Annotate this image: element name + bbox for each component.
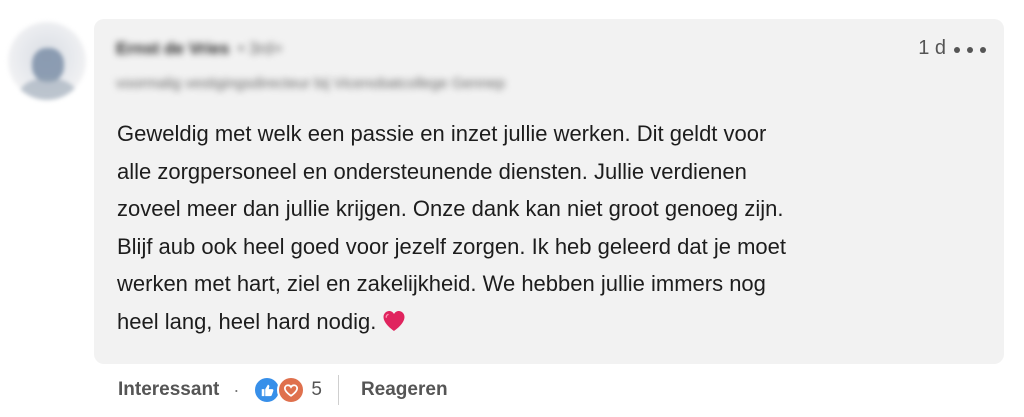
comment-body: Geweldig met welk een passie en inzet ju…: [117, 115, 977, 343]
author-name[interactable]: Ernst de Vries • 3rd+: [116, 39, 283, 59]
love-icon[interactable]: [277, 376, 306, 404]
comment-bubble: Ernst de Vries • 3rd+ voormalig vestigin…: [94, 19, 1004, 364]
separator-dot: ·: [233, 379, 240, 400]
connection-degree: • 3rd+: [238, 39, 284, 58]
more-dot: [980, 47, 986, 53]
action-divider: [337, 375, 339, 405]
avatar[interactable]: [8, 22, 86, 100]
comment-text: Geweldig met welk een passie en inzet ju…: [117, 121, 786, 334]
avatar-shoulders: [20, 78, 76, 100]
more-dot: [954, 47, 960, 53]
heart-emoji-icon: [382, 306, 406, 344]
comment-container: Ernst de Vries • 3rd+ voormalig vestigin…: [0, 0, 1024, 417]
reply-button[interactable]: Reageren: [361, 379, 448, 401]
author-name-text[interactable]: Ernst de Vries: [116, 39, 229, 58]
timestamp: 1 d: [918, 37, 946, 59]
more-dot: [967, 47, 973, 53]
author-headline: voormalig vestigingsdirecteur bij Viceno…: [116, 75, 506, 92]
more-options-icon[interactable]: [954, 39, 986, 61]
reaction-button[interactable]: Interessant: [118, 379, 219, 401]
comment-actions: Interessant · 5 Reageren: [118, 374, 448, 406]
reaction-count[interactable]: 5: [311, 379, 322, 401]
avatar-head: [32, 48, 64, 82]
